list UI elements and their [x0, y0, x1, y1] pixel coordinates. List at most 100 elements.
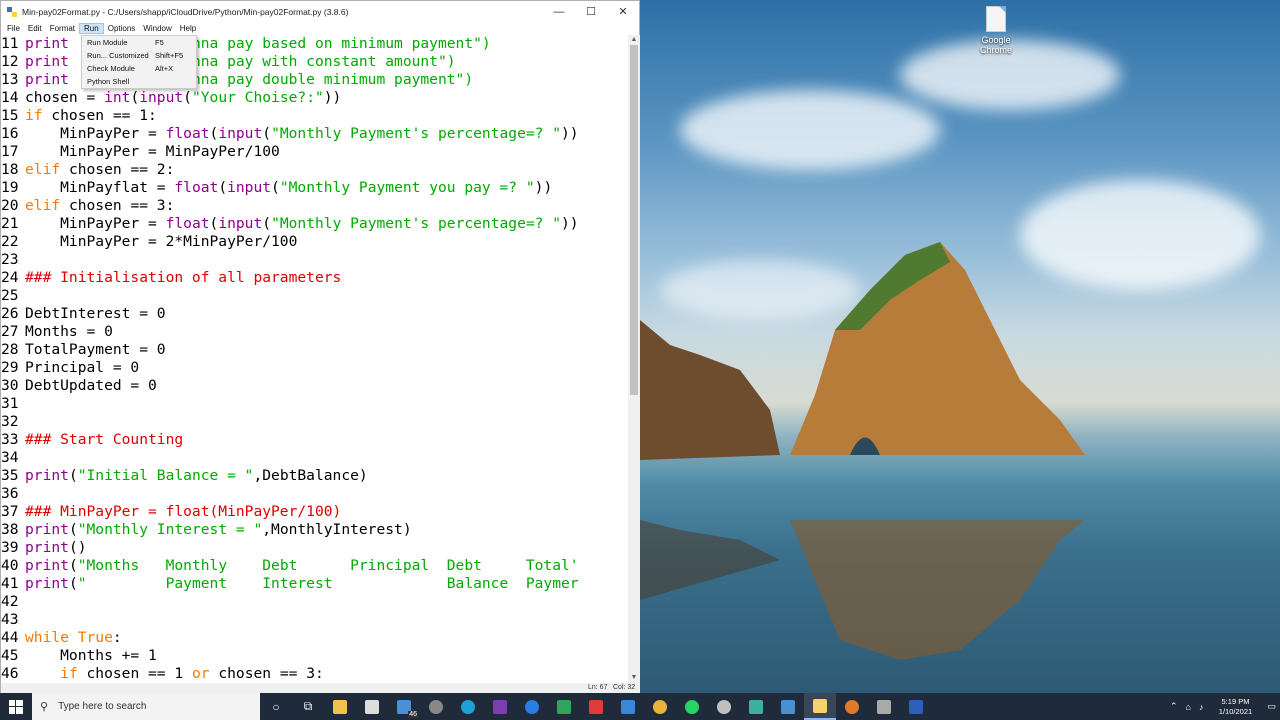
code-line[interactable]: 14 chosen = int(input("Your Choise?:")) [1, 89, 341, 107]
chrome-icon[interactable] [644, 693, 676, 720]
mail-icon[interactable]: 46 [388, 693, 420, 720]
menu-item-run-customized[interactable]: Run... Customized Shift+F5 [87, 51, 195, 63]
app-icon-blue-s[interactable] [612, 693, 644, 720]
app-icon-feather[interactable] [868, 693, 900, 720]
menu-edit[interactable]: Edit [24, 24, 46, 33]
app-icon-grid[interactable] [740, 693, 772, 720]
cortana-icon[interactable]: ○ [260, 693, 292, 720]
code-line[interactable]: 38 print("Monthly Interest = ",MonthlyInt… [1, 521, 412, 539]
code-line[interactable]: 43 [1, 611, 25, 629]
code-line[interactable]: 16 MinPayPer = float(input("Monthly Paym… [1, 125, 579, 143]
code-line[interactable]: 26 DebtInterest = 0 [1, 305, 166, 323]
menu-format[interactable]: Format [46, 24, 79, 33]
code-line[interactable]: 24 ### Initialisation of all parameters [1, 269, 341, 287]
code-line[interactable]: 19 MinPayflat = float(input("Monthly Pay… [1, 179, 552, 197]
menu-options[interactable]: Options [104, 24, 140, 33]
code-line[interactable]: 31 [1, 395, 25, 413]
code-line[interactable]: 22 MinPayPer = 2*MinPayPer/100 [1, 233, 297, 251]
code-line[interactable]: 12 print if you wanna pay with constant a… [1, 53, 456, 71]
app-icon-green[interactable] [548, 693, 580, 720]
menu-item-run-module[interactable]: Run Module F5 [87, 38, 195, 50]
chrome-desktop-icon[interactable]: Google Chrome [970, 6, 1022, 55]
code-line[interactable]: 45 Months += 1 [1, 647, 157, 665]
code-line[interactable]: 28 TotalPayment = 0 [1, 341, 166, 359]
code-token: " Payment Interest Balance Paymer [77, 575, 579, 592]
menu-run[interactable]: Run [79, 23, 104, 34]
title-bar[interactable]: Min-pay02Format.py - C:/Users/shapp/iClo… [1, 1, 639, 22]
python-taskbar-icon[interactable] [772, 693, 804, 720]
scroll-up-icon[interactable]: ▲ [628, 35, 640, 45]
code-token: MinPayPer = [25, 215, 166, 232]
code-line[interactable]: 41 print(" Payment Interest Balance Payme… [1, 575, 579, 593]
network-icon[interactable]: ⌂ [1182, 702, 1195, 712]
code-line[interactable]: 21 MinPayPer = float(input("Monthly Paym… [1, 215, 579, 233]
code-token: if [25, 107, 43, 124]
code-line[interactable]: 37 ### MinPayPer = float(MinPayPer/100) [1, 503, 341, 521]
line-number: 18 [1, 161, 19, 178]
code-token: print [25, 71, 69, 88]
scroll-down-icon[interactable]: ▼ [628, 673, 640, 683]
vertical-scrollbar[interactable]: ▲ ▼ [628, 35, 640, 683]
menu-window[interactable]: Window [139, 24, 175, 33]
code-line[interactable]: 33 ### Start Counting [1, 431, 183, 449]
code-line[interactable]: 18 elif chosen == 2: [1, 161, 174, 179]
volume-icon[interactable]: ♪ [1195, 702, 1208, 712]
maximize-button[interactable]: ☐ [575, 1, 607, 22]
camera-icon[interactable] [420, 693, 452, 720]
code-line[interactable]: 36 [1, 485, 25, 503]
menu-item-check-module[interactable]: Check Module Alt+X [87, 64, 195, 76]
app-icon-orange[interactable] [836, 693, 868, 720]
idle-editor-window: Min-pay02Format.py - C:/Users/shapp/iClo… [0, 0, 640, 694]
code-line[interactable]: 25 [1, 287, 25, 305]
code-line[interactable]: 42 [1, 593, 25, 611]
menu-help[interactable]: Help [176, 24, 200, 33]
whatsapp-icon[interactable] [676, 693, 708, 720]
onenote-icon[interactable] [484, 693, 516, 720]
code-line[interactable]: 27 Months = 0 [1, 323, 113, 341]
code-line[interactable]: 39 print() [1, 539, 87, 557]
code-line[interactable]: 30 DebtUpdated = 0 [1, 377, 157, 395]
edge-icon[interactable] [452, 693, 484, 720]
code-line[interactable]: 20 elif chosen == 3: [1, 197, 174, 215]
close-button[interactable]: ✕ [607, 1, 639, 22]
word-icon[interactable] [900, 693, 932, 720]
line-number: 16 [1, 125, 19, 142]
scrollbar-thumb[interactable] [630, 45, 638, 395]
chevron-up-icon[interactable]: ⌃ [1166, 701, 1182, 712]
code-editor[interactable]: 11 print if you wanna pay based on minimu… [1, 35, 628, 683]
code-token: MinPayflat = [25, 179, 175, 196]
clock[interactable]: 5:19 PM 1/10/2021 [1207, 697, 1263, 717]
code-line[interactable]: 32 [1, 413, 25, 431]
code-line[interactable]: 46 if chosen == 1 or chosen == 3: [1, 665, 324, 683]
system-tray: ⌃ ⌂ ♪ 5:19 PM 1/10/2021 ▭ [1166, 693, 1280, 720]
menu-item-python-shell[interactable]: Python Shell [87, 77, 195, 89]
code-line[interactable]: 13 print if you wanna pay double minimum … [1, 71, 473, 89]
code-line[interactable]: 23 [1, 251, 25, 269]
notification-icon[interactable]: ▭ [1263, 701, 1280, 712]
store-icon[interactable] [356, 693, 388, 720]
code-line[interactable]: 15 if chosen == 1: [1, 107, 157, 125]
code-line[interactable]: 40 print("Months Monthly Debt Principal D… [1, 557, 579, 575]
start-button[interactable] [0, 693, 32, 720]
app-icon-red[interactable] [580, 693, 612, 720]
menu-file[interactable]: File [3, 24, 24, 33]
idle-taskbar-icon[interactable] [804, 693, 836, 720]
code-line[interactable]: 17 MinPayPer = MinPayPer/100 [1, 143, 280, 161]
code-line[interactable]: 35 print("Initial Balance = ",DebtBalance… [1, 467, 368, 485]
minimize-button[interactable]: — [543, 1, 575, 22]
code-line[interactable]: 11 print if you wanna pay based on minimu… [1, 35, 491, 53]
code-token: DebtInterest = 0 [25, 305, 166, 322]
code-line[interactable]: 34 [1, 449, 25, 467]
taskbar-search-box[interactable]: ⚲ Type here to search [32, 693, 260, 720]
file-explorer-icon[interactable] [324, 693, 356, 720]
code-token: chosen == 3: [209, 665, 324, 682]
code-token: print [25, 557, 69, 574]
code-line[interactable]: 29 Principal = 0 [1, 359, 139, 377]
code-line[interactable]: 44 while True: [1, 629, 122, 647]
task-view-icon[interactable]: ⧉ [292, 693, 324, 720]
app-icon-circle[interactable] [516, 693, 548, 720]
code-token: chosen == 3: [60, 197, 175, 214]
app-icon-paint[interactable] [708, 693, 740, 720]
code-token: if [60, 665, 78, 682]
